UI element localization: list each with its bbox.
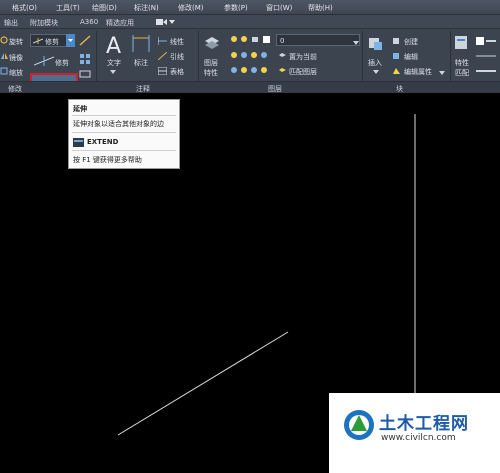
tooltip-divider <box>72 115 176 116</box>
menu-parameters[interactable]: 参数(P) <box>224 3 248 13</box>
current-layer-value: 0 <box>280 37 285 45</box>
tooltip-description: 延伸对象以适合其他对象的边 <box>73 120 164 128</box>
match-properties-icon <box>454 35 470 53</box>
table-icon <box>157 66 168 77</box>
trim-button[interactable]: 修剪 <box>55 58 69 68</box>
trim-icon <box>33 56 55 68</box>
fillet-icon[interactable] <box>79 35 91 48</box>
table-button[interactable]: 表格 <box>170 67 184 77</box>
tab-addins[interactable]: 附加模块 <box>30 18 58 28</box>
mirror-icon <box>0 52 8 62</box>
leader-icon <box>157 51 168 62</box>
drawing-diagonal-line <box>117 331 289 436</box>
insert-dropdown-icon[interactable] <box>373 68 379 76</box>
tooltip-help: 按 F1 键获得更多帮助 <box>73 156 142 164</box>
panel-title-bar: 修改 注释 图层 块 <box>0 81 500 93</box>
linear-icon <box>157 37 167 47</box>
text-dropdown-icon[interactable] <box>110 68 116 76</box>
menu-help[interactable]: 帮助(H) <box>308 3 333 13</box>
create-block-icon <box>392 37 401 47</box>
layer-dropdown[interactable]: 0 <box>276 34 360 46</box>
match-layer-button[interactable]: 匹配图层 <box>289 67 317 77</box>
dimension-button[interactable]: 标注 <box>134 58 148 68</box>
command-icon <box>73 138 84 149</box>
menu-modify[interactable]: 修改(M) <box>178 3 204 13</box>
leader-button[interactable]: 引线 <box>170 52 184 62</box>
chevron-down-icon <box>353 39 359 47</box>
rotate-button[interactable]: 旋转 <box>9 37 23 47</box>
menu-dimension[interactable]: 标注(N) <box>134 3 159 13</box>
layer-tools-row1-icons[interactable] <box>230 51 270 62</box>
trim-small-icon <box>32 38 44 46</box>
layer-properties-label-top[interactable]: 图层 <box>204 58 218 68</box>
set-current-icon <box>278 51 287 62</box>
layer-state-icons[interactable] <box>230 35 274 46</box>
text-icon: A <box>104 34 124 59</box>
create-button[interactable]: 创建 <box>404 37 418 47</box>
edit-attributes-dropdown-icon[interactable] <box>439 69 445 77</box>
offset-icon[interactable] <box>79 70 91 80</box>
ribbon-tab-bar: 输出 附加模块 A360 精选应用 <box>0 15 500 29</box>
match-layer-icon <box>278 66 287 77</box>
set-current-button[interactable]: 置为当前 <box>289 52 317 62</box>
menu-bar: 格式(O) 工具(T) 绘图(D) 标注(N) 修改(M) 参数(P) 窗口(W… <box>0 0 500 15</box>
menu-window[interactable]: 窗口(W) <box>266 3 292 13</box>
trim-dropdown-label: 修剪 <box>45 38 59 46</box>
lineweight-icon[interactable] <box>476 67 496 77</box>
edit-button[interactable]: 编辑 <box>404 52 418 62</box>
tab-featured-apps[interactable]: 精选应用 <box>106 18 134 28</box>
watermark: 土木工程网 www.civilcn.com <box>329 393 500 473</box>
array-icon[interactable] <box>79 53 91 67</box>
trim-dropdown-arrow[interactable] <box>66 34 75 47</box>
tab-output[interactable]: 输出 <box>4 18 18 28</box>
watermark-brand: 土木工程网 <box>379 414 469 434</box>
edit-attributes-button[interactable]: 编辑属性 <box>404 67 432 77</box>
menu-format[interactable]: 格式(O) <box>12 3 37 13</box>
insert-button[interactable]: 插入 <box>368 58 382 68</box>
edit-block-icon <box>392 52 401 62</box>
color-swatch-icon[interactable] <box>476 36 496 48</box>
video-icon[interactable] <box>156 18 168 26</box>
extend-tooltip: 延伸 延伸对象以适合其他对象的边 EXTEND 按 F1 键获得更多帮助 <box>68 99 180 169</box>
properties-label[interactable]: 特性 <box>455 58 469 68</box>
watermark-url: www.civilcn.com <box>381 433 456 443</box>
tab-dropdown-icon[interactable] <box>169 19 175 25</box>
mirror-button[interactable]: 镜像 <box>9 53 23 63</box>
scale-button[interactable]: 缩放 <box>9 68 23 78</box>
layer-tools-row2-icons[interactable] <box>230 66 270 77</box>
svg-text:A: A <box>106 34 121 56</box>
dimension-icon <box>131 34 151 56</box>
watermark-logo-icon <box>343 409 375 443</box>
rotate-icon <box>0 36 8 46</box>
edit-attributes-icon <box>392 67 401 77</box>
tooltip-command: EXTEND <box>87 138 119 146</box>
scale-icon <box>0 67 8 77</box>
menu-draw[interactable]: 绘图(D) <box>92 3 117 13</box>
layer-properties-label-bottom[interactable]: 特性 <box>204 68 218 78</box>
tab-a360[interactable]: A360 <box>80 18 98 26</box>
tooltip-title: 延伸 <box>73 105 87 113</box>
insert-block-icon <box>368 35 384 53</box>
text-button[interactable]: 文字 <box>107 58 121 68</box>
layer-properties-icon <box>204 35 220 53</box>
tooltip-divider <box>72 132 176 133</box>
linear-button[interactable]: 线性 <box>170 37 184 47</box>
linetype-icon[interactable] <box>476 52 496 62</box>
match-label[interactable]: 匹配 <box>455 68 469 78</box>
tooltip-divider <box>72 150 176 151</box>
menu-tools[interactable]: 工具(T) <box>56 3 80 13</box>
